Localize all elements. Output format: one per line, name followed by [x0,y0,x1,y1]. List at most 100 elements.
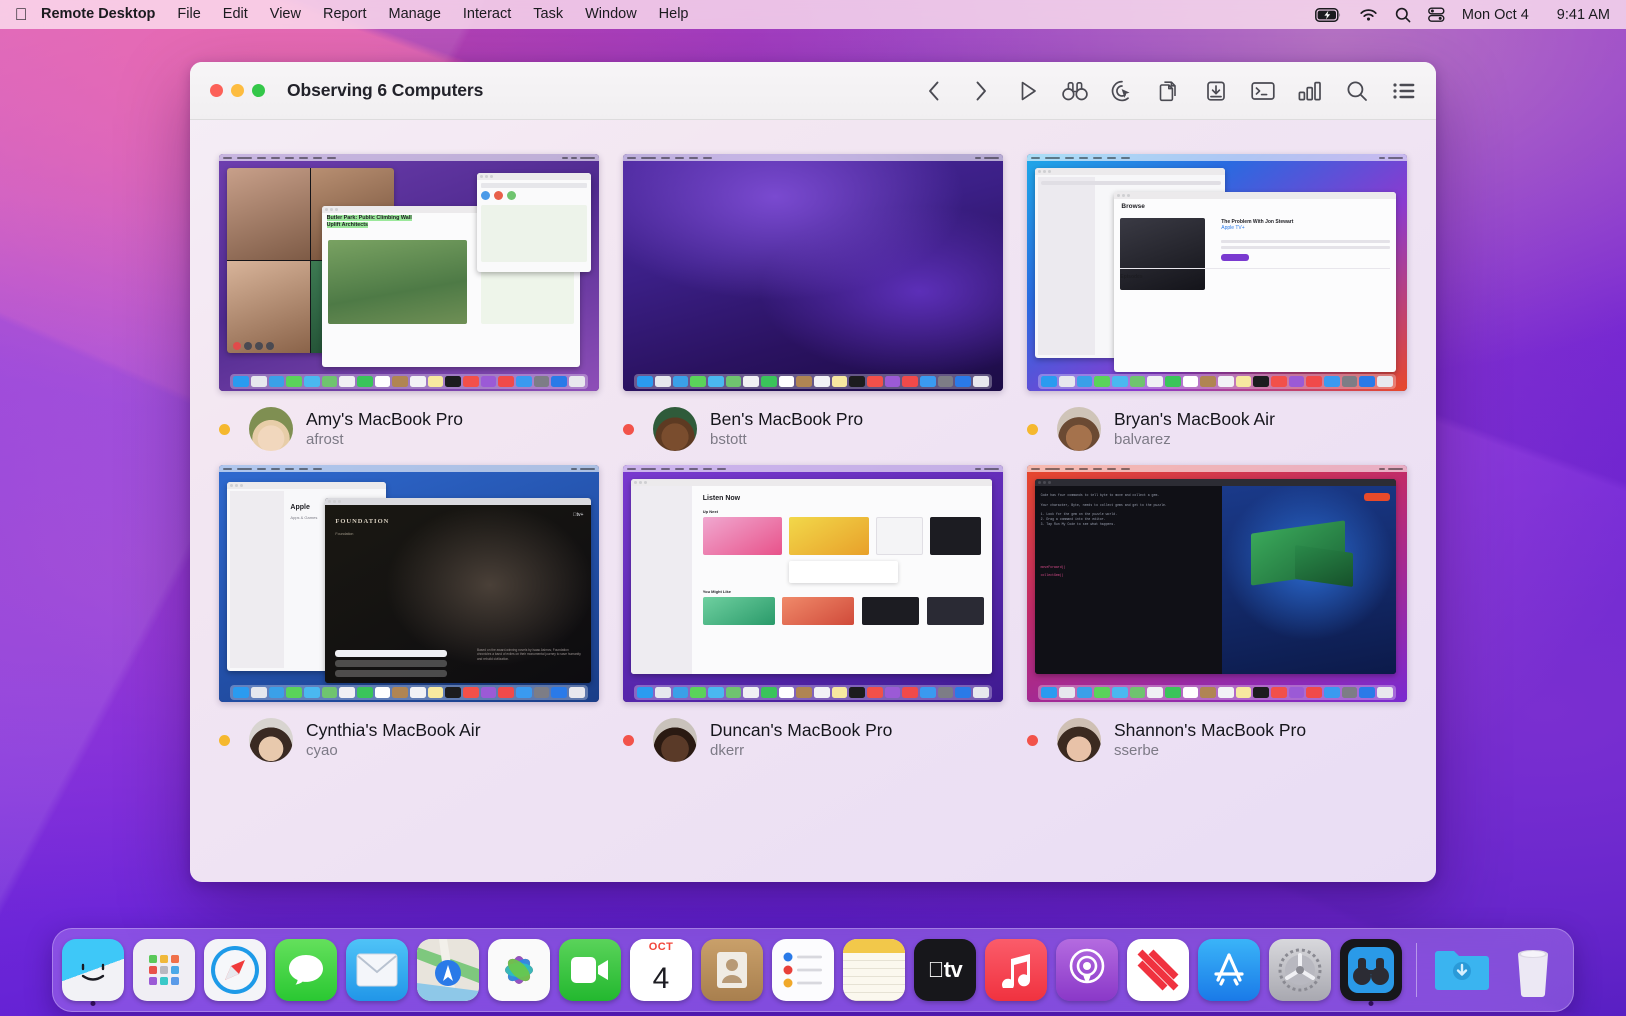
reports-button[interactable] [1296,77,1324,105]
computer-card[interactable]: Listen Now Up Next You Might Like Duncan… [620,465,1006,762]
screen-thumbnail[interactable]: Apple Apps & Games FOUNDATION Foundation… [219,465,599,702]
dock-icon-reminders[interactable] [772,939,834,1001]
dock-icon-systempreferences[interactable] [1269,939,1331,1001]
send-unix-command-button[interactable] [1249,77,1277,105]
playgrounds-window: Code has four commands to tell byte to m… [1034,479,1396,674]
computer-username: bstott [710,430,747,448]
tv-foundation-window: FOUNDATION Foundation tv+ Based on the … [325,498,592,684]
avatar [249,718,293,762]
screen-thumbnail[interactable]: Listen Now Up Next You Might Like [623,465,1003,702]
dock-icon-calendar[interactable]: OCT 4 [630,939,692,1001]
remote-menubar [623,154,1003,161]
dock-icon-notes[interactable] [843,939,905,1001]
dock-icon-maps[interactable] [417,939,479,1001]
computer-label: Duncan's MacBook Pro dkerr [623,718,1003,762]
dock-icon-mail[interactable] [346,939,408,1001]
control-button[interactable] [1108,77,1136,105]
window-title: Observing 6 Computers [287,80,484,100]
dock-icon-music[interactable] [985,939,1047,1001]
menu-item-window[interactable]: Window [574,0,648,29]
screen-thumbnail[interactable]: Browse The Problem With Jon Stewart Apple… [1027,154,1407,391]
status-dot-amber [1027,423,1038,435]
menu-bar:  Remote Desktop File Edit View Report M… [0,0,1626,29]
wifi-icon[interactable] [1359,8,1378,22]
close-button[interactable] [210,84,223,97]
running-indicator [90,1001,96,1006]
dock-icon-finder[interactable] [62,939,124,1001]
computer-card[interactable]: Browse The Problem With Jon Stewart Apple… [1024,154,1410,451]
dock-icon-trash[interactable] [1502,939,1564,1001]
menu-item-view[interactable]: View [259,0,312,29]
menu-item-edit[interactable]: Edit [212,0,259,29]
remote-menubar [219,154,599,161]
apple-menu-icon[interactable]:  [12,6,30,23]
computer-name: Cynthia's MacBook Air [306,719,481,740]
dock-icon-news[interactable] [1127,939,1189,1001]
spotlight-search-icon[interactable] [1395,7,1411,23]
remote-menubar [623,465,1003,472]
status-dot-amber [219,734,230,746]
status-dot-amber [219,423,230,435]
computer-card[interactable]: Butler Park: Public Climbing Wall Uplift… [216,154,602,451]
remote-menubar [1027,154,1407,161]
computer-username: sserbe [1114,741,1160,759]
computer-name: Bryan's MacBook Air [1114,408,1275,429]
install-packages-button[interactable] [1202,77,1230,105]
remote-menubar [1027,465,1407,472]
menu-item-help[interactable]: Help [648,0,700,29]
computer-username: afrost [306,430,344,448]
remote-dock [1038,374,1396,389]
list-view-button[interactable] [1390,77,1418,105]
observe-button[interactable] [1061,77,1089,105]
menu-item-remote-desktop[interactable]: Remote Desktop [32,0,166,29]
podcasts-window: Listen Now Up Next You Might Like [630,479,992,674]
forward-button[interactable] [967,77,995,105]
dock-icon-contacts[interactable] [701,939,763,1001]
control-center-icon[interactable] [1428,7,1445,23]
menubar-date[interactable]: Mon Oct 4 [1462,7,1529,23]
computer-card[interactable]: Apple Apps & Games FOUNDATION Foundation… [216,465,602,762]
zoom-button[interactable] [252,84,265,97]
dock: OCT 4 tv [52,928,1574,1012]
computer-label: Ben's MacBook Pro bstott [623,407,1003,451]
menu-item-report[interactable]: Report [312,0,378,29]
dock-icon-appletv[interactable]: tv [914,939,976,1001]
computer-card[interactable]: Code has four commands to tell byte to m… [1024,465,1410,762]
computer-name: Shannon's MacBook Pro [1114,719,1307,740]
minimize-button[interactable] [231,84,244,97]
control-playback-button[interactable] [1014,77,1042,105]
computer-label: Amy's MacBook Pro afrost [219,407,599,451]
dock-icon-launchpad[interactable] [133,939,195,1001]
menu-item-task[interactable]: Task [522,0,574,29]
window-titlebar: Observing 6 Computers [190,62,1436,120]
remote-dock [230,374,588,389]
avatar [653,718,697,762]
status-dot-red [623,423,634,435]
search-button[interactable] [1343,77,1371,105]
remote-dock [634,685,992,700]
computer-username: cyao [306,741,338,759]
dock-icon-appstore[interactable] [1198,939,1260,1001]
copy-items-button[interactable] [1155,77,1183,105]
dock-icon-photos[interactable] [488,939,550,1001]
status-dot-red [1027,734,1038,746]
menu-item-manage[interactable]: Manage [378,0,452,29]
menubar-clock[interactable]: 9:41 AM [1557,7,1610,23]
screen-thumbnail[interactable] [623,154,1003,391]
computer-grid: Butler Park: Public Climbing Wall Uplift… [190,120,1436,788]
computer-card[interactable]: Ben's MacBook Pro bstott [620,154,1006,451]
menu-item-interact[interactable]: Interact [452,0,522,29]
battery-charging-icon[interactable] [1314,7,1342,22]
back-button[interactable] [920,77,948,105]
computer-username: dkerr [710,741,745,759]
dock-icon-safari[interactable] [204,939,266,1001]
dock-icon-facetime[interactable] [559,939,621,1001]
dock-icon-messages[interactable] [275,939,337,1001]
calendar-month: OCT [630,939,692,956]
screen-thumbnail[interactable]: Butler Park: Public Climbing Wall Uplift… [219,154,599,391]
screen-thumbnail[interactable]: Code has four commands to tell byte to m… [1027,465,1407,702]
dock-icon-remotedesktop[interactable] [1340,939,1402,1001]
menu-item-file[interactable]: File [166,0,211,29]
dock-icon-downloads-folder[interactable] [1431,939,1493,1001]
dock-icon-podcasts[interactable] [1056,939,1118,1001]
